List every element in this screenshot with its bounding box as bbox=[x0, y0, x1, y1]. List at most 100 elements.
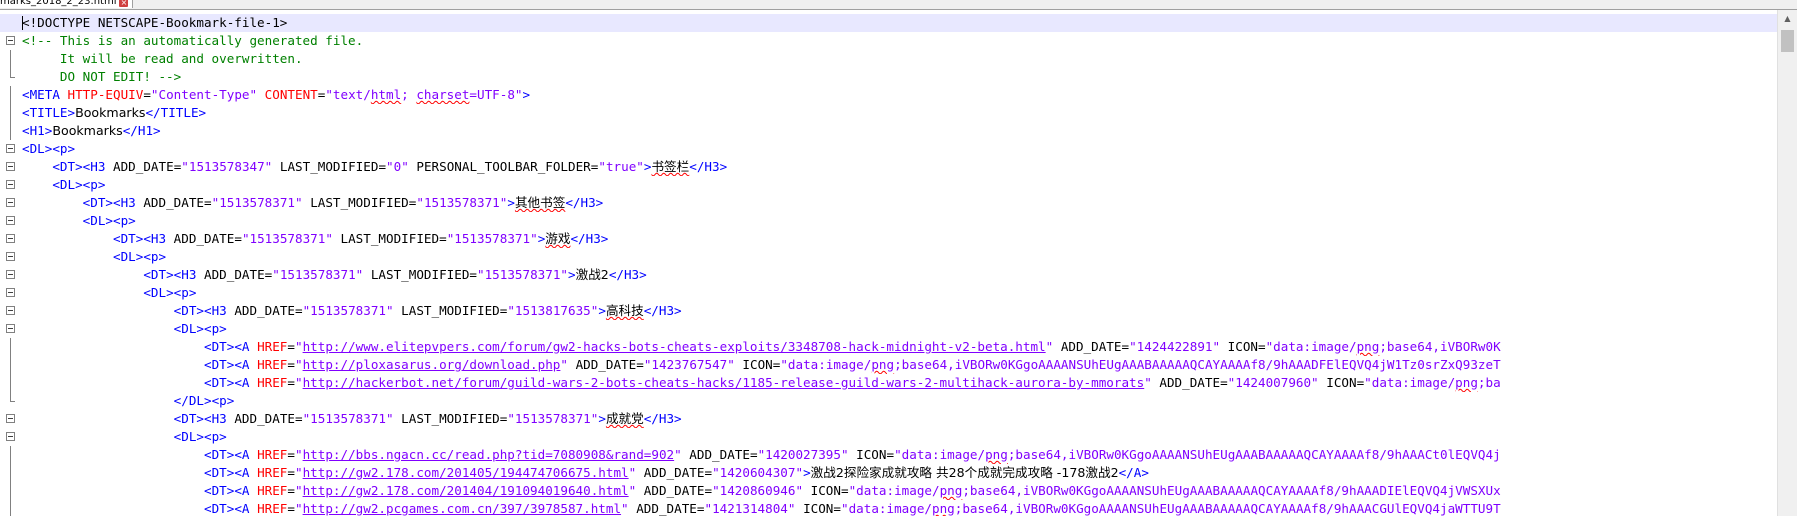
code-token: > bbox=[598, 411, 606, 426]
code-line[interactable]: <DT><H3 ADD_DATE="1513578371" LAST_MODIF… bbox=[0, 230, 1778, 248]
code-token: </H3> bbox=[565, 195, 604, 210]
code-token: " bbox=[295, 447, 303, 462]
code-token: = bbox=[378, 159, 387, 174]
fold-toggle-icon[interactable] bbox=[6, 324, 15, 333]
fold-toggle-icon[interactable] bbox=[6, 414, 15, 423]
code-line[interactable]: <DL><p> bbox=[0, 284, 1778, 302]
code-line[interactable]: <DT><A HREF="http://gw2.178.com/201405/1… bbox=[0, 464, 1778, 482]
vertical-scrollbar[interactable]: ▲ bbox=[1777, 10, 1797, 516]
code-token: LAST_MODIFIED bbox=[310, 195, 409, 210]
code-token: </DL><p> bbox=[173, 393, 235, 408]
code-editor[interactable]: <!DOCTYPE NETSCAPE-Bookmark-file-1> <!-- … bbox=[0, 10, 1778, 516]
fold-toggle-icon[interactable] bbox=[6, 36, 15, 45]
code-line[interactable]: It will be read and overwritten. bbox=[0, 50, 1778, 68]
code-token: "1513578371" bbox=[507, 411, 599, 426]
code-token: HTTP-EQUIV bbox=[67, 87, 144, 102]
fold-toggle-icon[interactable] bbox=[6, 252, 15, 261]
code-text: <DL><p> bbox=[22, 176, 105, 194]
code-token: <DT><H3 bbox=[173, 303, 235, 318]
code-token: <!DOCTYPE NETSCAPE-Bookmark-file-1> bbox=[22, 15, 288, 30]
code-token: = bbox=[1121, 339, 1130, 354]
code-token: "data:image/ bbox=[848, 483, 940, 498]
code-token: "Content-Type" bbox=[150, 87, 265, 102]
fold-toggle-icon[interactable] bbox=[6, 216, 15, 225]
fold-toggle-icon[interactable] bbox=[6, 270, 15, 279]
scroll-up-arrow-icon[interactable]: ▲ bbox=[1778, 10, 1797, 27]
code-line[interactable]: <H1>Bookmarks</H1> bbox=[0, 122, 1778, 140]
code-line[interactable]: <DT><A HREF="http://hackerbot.net/forum/… bbox=[0, 374, 1778, 392]
code-token: </H3> bbox=[643, 303, 682, 318]
code-line[interactable]: <DT><H3 ADD_DATE="1513578371" LAST_MODIF… bbox=[0, 194, 1778, 212]
fold-toggle-icon[interactable] bbox=[6, 432, 15, 441]
code-token: <DT><A bbox=[203, 375, 258, 390]
code-token: ADD_DATE bbox=[1159, 375, 1221, 390]
code-token: </A> bbox=[1118, 465, 1149, 480]
code-token: = bbox=[287, 339, 295, 354]
code-token: png bbox=[1455, 375, 1478, 390]
code-line[interactable]: <META HTTP-EQUIV="Content-Type" CONTENT =… bbox=[0, 86, 1778, 104]
fold-toggle-icon[interactable] bbox=[6, 198, 15, 207]
code-token: > bbox=[568, 267, 576, 282]
code-line[interactable]: <TITLE>Bookmarks</TITLE> bbox=[0, 104, 1778, 122]
code-token: PERSONAL_TOOLBAR_FOLDER bbox=[416, 159, 591, 174]
code-line[interactable]: <DT><A HREF="http://www.elitepvpers.com/… bbox=[0, 338, 1778, 356]
code-line[interactable]: <!-- This is an automatically generated … bbox=[0, 32, 1778, 50]
code-line[interactable]: <DT><A HREF="http://bbs.ngacn.cc/read.ph… bbox=[0, 446, 1778, 464]
code-token: ADD_DATE bbox=[689, 447, 750, 462]
code-token: = bbox=[636, 357, 644, 372]
fold-guide bbox=[10, 482, 11, 500]
code-token: "data:image/ bbox=[841, 501, 932, 516]
code-token: ADD_DATE bbox=[143, 195, 205, 210]
tab-file[interactable]: marks_2018_2_23.html × bbox=[0, 0, 134, 8]
code-line[interactable]: </DL><p> bbox=[0, 392, 1778, 410]
code-token: = bbox=[287, 447, 295, 462]
fold-guide bbox=[10, 86, 11, 104]
code-token: <DT><H3 bbox=[82, 195, 144, 210]
code-line[interactable]: <DT><H3 ADD_DATE = "1513578347" LAST_MODIF… bbox=[0, 158, 1778, 176]
code-token: </H3> bbox=[570, 231, 609, 246]
code-line[interactable]: <DL><p> bbox=[0, 428, 1778, 446]
code-line[interactable]: <DL><p> bbox=[0, 320, 1778, 338]
code-line[interactable]: <DL><p> bbox=[0, 212, 1778, 230]
code-token: LAST_MODIFIED bbox=[401, 303, 500, 318]
code-line[interactable]: <DL><p> bbox=[0, 176, 1778, 194]
code-line[interactable]: <DL><p> bbox=[0, 140, 1778, 158]
code-line[interactable]: <!DOCTYPE NETSCAPE-Bookmark-file-1> bbox=[0, 14, 1778, 32]
code-line[interactable]: <DT><A HREF="http://ploxasarus.org/downl… bbox=[0, 356, 1778, 374]
code-token: = bbox=[143, 87, 151, 102]
code-line[interactable]: <DT><H3 ADD_DATE="1513578371" LAST_MODIF… bbox=[0, 410, 1778, 428]
fold-toggle-icon[interactable] bbox=[6, 180, 15, 189]
code-text: DO NOT EDIT! --> bbox=[22, 68, 181, 86]
code-token: 游戏 bbox=[545, 231, 571, 246]
code-token: = bbox=[287, 465, 295, 480]
code-line[interactable]: <DL><p> bbox=[0, 248, 1778, 266]
fold-toggle-icon[interactable] bbox=[6, 144, 15, 153]
code-line[interactable]: <DT><A HREF="http://gw2.pcgames.com.cn/3… bbox=[0, 500, 1778, 516]
text-caret bbox=[22, 16, 23, 30]
code-token: ADD_DATE bbox=[575, 357, 637, 372]
close-icon[interactable]: × bbox=[119, 0, 129, 7]
fold-toggle-icon[interactable] bbox=[6, 306, 15, 315]
scroll-thumb[interactable] bbox=[1781, 30, 1794, 52]
fold-toggle-icon[interactable] bbox=[6, 234, 15, 243]
code-token: "1513578371" bbox=[302, 303, 402, 318]
code-token: ADD_DATE bbox=[643, 483, 705, 498]
code-token: " bbox=[1045, 339, 1061, 354]
code-token: http://ploxasarus.org/download.php bbox=[302, 357, 561, 372]
code-line[interactable]: <DT><H3 ADD_DATE="1513578371" LAST_MODIF… bbox=[0, 302, 1778, 320]
code-token: " bbox=[674, 447, 690, 462]
code-token: <DT><H3 bbox=[173, 411, 235, 426]
fold-toggle-icon[interactable] bbox=[6, 162, 15, 171]
code-token: ;base64,iVBORw0KGgoAAAANSUhEUgAAABAAAAAQ… bbox=[962, 483, 1501, 498]
code-text: <DT><A HREF="http://gw2.pcgames.com.cn/3… bbox=[22, 500, 1501, 516]
code-text: <H1>Bookmarks</H1> bbox=[22, 122, 161, 140]
code-line[interactable]: <DT><A HREF="http://gw2.178.com/201404/1… bbox=[0, 482, 1778, 500]
code-line[interactable]: <DT><H3 ADD_DATE="1513578371" LAST_MODIF… bbox=[0, 266, 1778, 284]
fold-toggle-icon[interactable] bbox=[6, 288, 15, 297]
code-line[interactable]: DO NOT EDIT! --> bbox=[0, 68, 1778, 86]
code-token: > bbox=[507, 195, 515, 210]
